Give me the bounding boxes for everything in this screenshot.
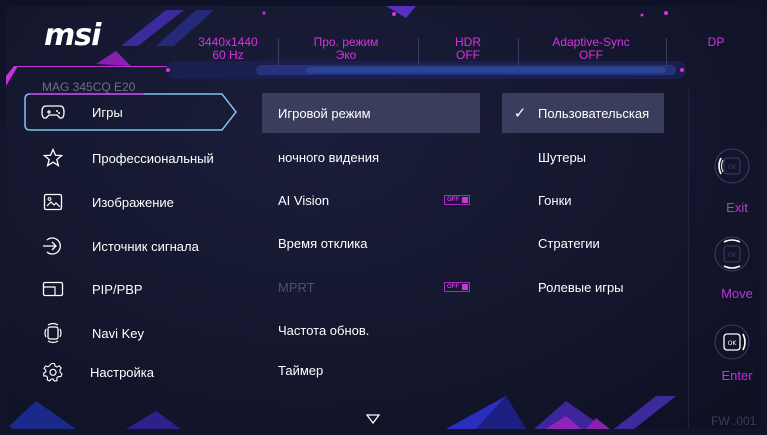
move-label: Move <box>721 286 753 301</box>
status-separator <box>278 38 279 66</box>
submenu-item-label: Частота обнов. <box>278 322 370 338</box>
menu-item-settings[interactable]: Настройка <box>28 354 240 390</box>
submenu-item-game-mode[interactable]: Игровой режим <box>262 93 480 133</box>
joystick-left-icon: OK <box>714 148 750 184</box>
submenu-item-refresh-rate[interactable]: Частота обнов. <box>262 310 480 350</box>
submenu-item-label: AI Vision <box>278 192 330 208</box>
status-separator <box>418 38 419 66</box>
submenu-item-label: MPRT <box>278 279 315 295</box>
joystick-move-icon: OK <box>714 236 750 272</box>
menu-item-input-source[interactable]: Источник сигнала <box>28 228 240 264</box>
option-user[interactable]: ✓ Пользовательская <box>502 93 664 133</box>
option-fps[interactable]: Шутеры <box>502 137 664 177</box>
menu-item-label: Navi Key <box>92 325 145 341</box>
star-icon <box>34 148 72 168</box>
menu-item-label: Настройка <box>90 364 154 380</box>
svg-text:OK: OK <box>728 340 738 347</box>
checkmark-icon: ✓ <box>513 105 527 122</box>
submenu-item-response-time[interactable]: Время отклика <box>262 223 480 263</box>
joystick-enter-icon: OK <box>714 324 750 360</box>
firmware-version: FW .001 <box>711 414 757 428</box>
mprt-toggle: OFF <box>444 282 470 292</box>
menu-item-professional[interactable]: Профессиональный <box>28 140 240 176</box>
submenu-item-ai-vision[interactable]: AI Vision OFF <box>262 180 480 220</box>
menu-item-navi-key[interactable]: Navi Key <box>28 315 240 351</box>
submenu-item-label: Игровой режим <box>278 105 371 121</box>
toggle-state: OFF <box>447 284 459 290</box>
model-name: MAG 345CQ E20 <box>42 80 136 94</box>
option-label: Стратегии <box>538 235 600 251</box>
submenu-item-mprt: MPRT OFF <box>262 267 480 307</box>
option-label: Шутеры <box>538 149 587 165</box>
nav-divider <box>688 86 689 429</box>
status-pro-mode: Про. режим Эко <box>313 35 379 62</box>
image-icon <box>34 193 72 211</box>
option-racing[interactable]: Гонки <box>502 180 664 220</box>
osd-screen: msi 3440x1440 60 Hz Про. режим Эко HDR OFF … <box>0 0 767 435</box>
option-label: Гонки <box>538 192 572 208</box>
toggle-state: OFF <box>447 197 459 203</box>
menu-item-label: Изображение <box>92 194 174 210</box>
submenu-item-label: Время отклика <box>278 235 368 251</box>
submenu-item-label: ночного видения <box>278 149 380 165</box>
gear-icon <box>34 362 72 382</box>
menu-item-games[interactable]: Игры <box>24 93 240 131</box>
menu-item-label: PIP/PBP <box>92 281 143 297</box>
option-rpg[interactable]: Ролевые игры <box>502 267 664 307</box>
status-separator <box>666 38 667 66</box>
svg-text:OK: OK <box>728 164 738 171</box>
menu-item-label: Источник сигнала <box>92 238 199 254</box>
status-resolution: 3440x1440 60 Hz <box>198 35 258 62</box>
scroll-down-icon[interactable] <box>366 414 380 424</box>
navi-key-icon <box>34 322 72 344</box>
input-source-icon <box>34 236 72 256</box>
option-label: Ролевые игры <box>538 279 624 295</box>
status-hdr: HDR OFF <box>455 35 481 62</box>
ai-vision-toggle[interactable]: OFF <box>444 195 470 205</box>
menu-item-image[interactable]: Изображение <box>28 184 240 220</box>
exit-label: Exit <box>726 200 748 215</box>
enter-label: Enter <box>721 368 753 383</box>
pip-icon <box>34 281 72 297</box>
option-label: Пользовательская <box>538 105 650 121</box>
menu-item-label: Профессиональный <box>92 150 214 166</box>
status-adaptive-sync: Adaptive-Sync OFF <box>552 35 630 62</box>
submenu-item-timer[interactable]: Таймер <box>262 350 480 390</box>
submenu-item-label: Таймер <box>278 362 324 378</box>
osd-frame: msi 3440x1440 60 Hz Про. режим Эко HDR OFF … <box>6 6 761 429</box>
svg-text:OK: OK <box>728 252 738 259</box>
status-input: DP <box>707 35 725 49</box>
option-strategy[interactable]: Стратегии <box>502 223 664 263</box>
submenu-item-night-vision[interactable]: ночного видения <box>262 137 480 177</box>
status-separator <box>518 38 519 66</box>
msi-logo: msi <box>44 18 101 53</box>
menu-item-pip-pbp[interactable]: PIP/PBP <box>28 271 240 307</box>
selection-outline <box>24 93 237 131</box>
